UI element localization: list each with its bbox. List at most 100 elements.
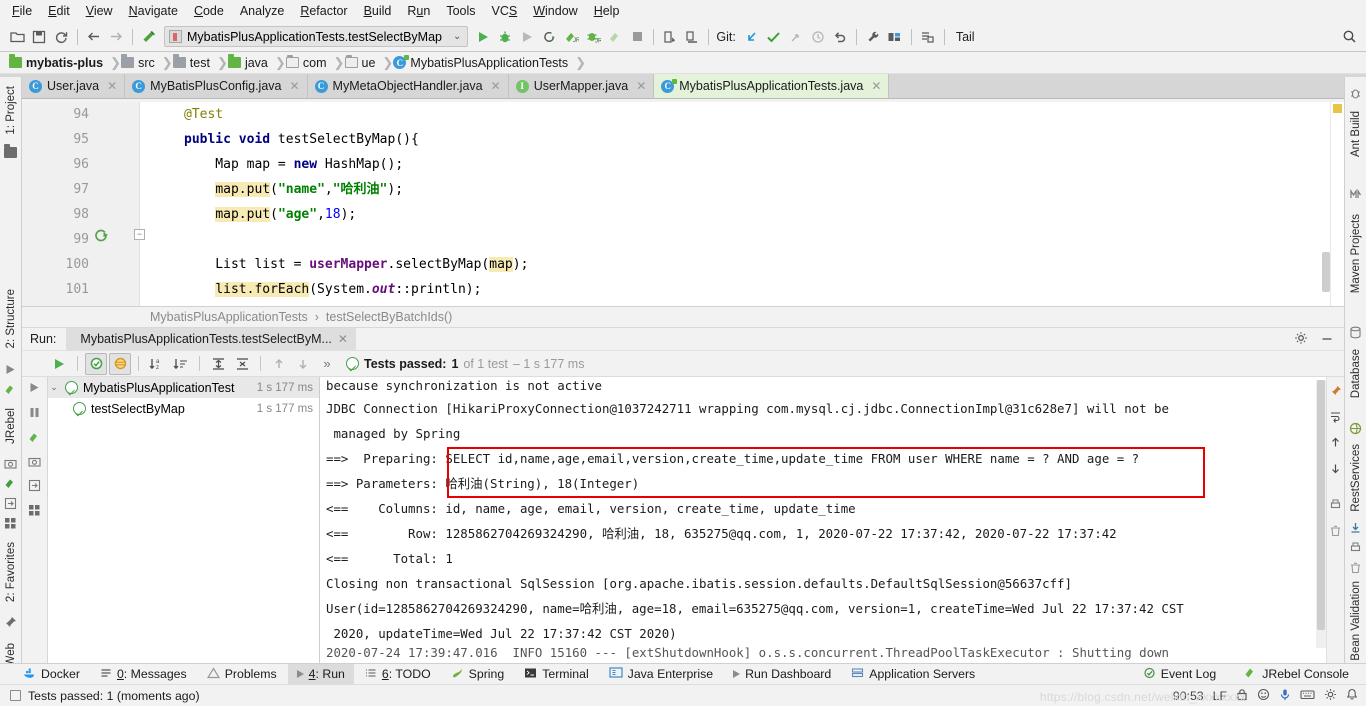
tool-window-button-run-dashboard[interactable]: Run Dashboard xyxy=(724,664,840,685)
menu-item-tools[interactable]: Tools xyxy=(438,2,483,20)
tool-window-jrebel[interactable]: JRebel xyxy=(0,399,21,453)
menu-item-navigate[interactable]: Navigate xyxy=(121,2,186,20)
console-output[interactable]: because synchronization is not active JD… xyxy=(320,377,1326,671)
menu-item-window[interactable]: Window xyxy=(525,2,585,20)
tool-window-button-application-servers[interactable]: Application Servers xyxy=(842,664,984,685)
close-icon[interactable]: ✕ xyxy=(107,79,117,93)
collapse-all-icon[interactable] xyxy=(231,353,253,375)
project-structure-icon[interactable] xyxy=(884,26,906,48)
console-clear-icon[interactable] xyxy=(1329,524,1342,540)
breadcrumb-item-test[interactable]: test xyxy=(170,52,217,74)
jrebel-strip-icon[interactable] xyxy=(0,379,21,399)
lock-icon[interactable] xyxy=(1236,688,1248,704)
run-strip-export-icon[interactable] xyxy=(28,479,41,495)
run-strip-camera-icon[interactable] xyxy=(28,456,41,470)
vcs-cherrypick-icon[interactable] xyxy=(785,26,807,48)
tool-window-button-jrebel-console[interactable]: JRebel Console xyxy=(1235,664,1358,685)
sort-alphabetically-icon[interactable]: az xyxy=(146,353,168,375)
notification-icon[interactable] xyxy=(1346,688,1358,704)
vcs-revert-icon[interactable] xyxy=(829,26,851,48)
minimize-icon[interactable] xyxy=(1320,331,1334,348)
ant-icon[interactable] xyxy=(1349,83,1362,103)
close-icon[interactable]: ✕ xyxy=(338,332,348,346)
tool-window-maven[interactable]: Maven Projects xyxy=(1350,205,1362,303)
build-hammer-icon[interactable] xyxy=(138,26,160,48)
project-folder-icon[interactable] xyxy=(0,143,21,161)
back-arrow-icon[interactable] xyxy=(83,26,105,48)
editor-marker-bar[interactable] xyxy=(1330,102,1344,306)
keyboard-icon[interactable] xyxy=(1300,689,1315,703)
tool-window-button-spring[interactable]: Spring xyxy=(442,664,514,685)
menu-item-file[interactable]: File xyxy=(4,2,40,20)
emoji-icon[interactable] xyxy=(1257,688,1270,704)
run-test-gutter-icon[interactable] xyxy=(92,226,110,244)
run-strip-jrebel-icon[interactable] xyxy=(28,431,41,447)
tool-window-button-run[interactable]: 4: Run xyxy=(287,663,354,685)
console-pin-icon[interactable] xyxy=(1330,385,1342,400)
vcs-history-icon[interactable] xyxy=(807,26,829,48)
grid-icon[interactable] xyxy=(0,513,21,533)
more-options-icon[interactable]: » xyxy=(316,353,338,375)
console-scroll-down-icon[interactable] xyxy=(1329,462,1342,478)
menu-item-edit[interactable]: Edit xyxy=(40,2,78,20)
tool-window-button-todo[interactable]: 6: TODO xyxy=(356,664,440,685)
gear-icon[interactable] xyxy=(1294,331,1308,348)
menu-item-code[interactable]: Code xyxy=(186,2,232,20)
settings-icon[interactable] xyxy=(1324,688,1337,704)
menu-item-vcs[interactable]: VCS xyxy=(484,2,526,20)
vcs-commit-icon[interactable] xyxy=(681,26,703,48)
attach-profiler-icon[interactable] xyxy=(604,26,626,48)
close-icon[interactable]: ✕ xyxy=(871,79,881,93)
editor-tab-user[interactable]: C User.java ✕ xyxy=(22,74,126,98)
status-widget-icon[interactable] xyxy=(10,690,21,701)
database-icon[interactable] xyxy=(1349,321,1362,343)
toggle-ignored-tests-icon[interactable] xyxy=(109,352,131,375)
console-scrollbar-thumb[interactable] xyxy=(1317,380,1325,630)
run-icon[interactable] xyxy=(472,26,494,48)
menu-item-view[interactable]: View xyxy=(78,2,121,20)
download-icon[interactable] xyxy=(1349,517,1362,537)
microphone-icon[interactable] xyxy=(1279,688,1291,704)
database-sync-icon[interactable] xyxy=(917,26,939,48)
close-icon[interactable]: ✕ xyxy=(491,79,501,93)
code-editor[interactable]: 94 95 96 97 98 99 100 101 − λ ↑ @Test pu… xyxy=(22,102,1344,307)
trash-icon[interactable] xyxy=(1349,557,1362,577)
editor-scrollbar-thumb[interactable] xyxy=(1322,252,1330,292)
breadcrumb-class[interactable]: MybatisPlusApplicationTests xyxy=(150,310,308,324)
print-icon[interactable] xyxy=(1349,537,1362,557)
pin-icon[interactable] xyxy=(0,611,21,633)
menu-item-refactor[interactable]: Refactor xyxy=(292,2,355,20)
tool-window-button-messages[interactable]: 0: Messages xyxy=(91,664,196,685)
vcs-pull-icon[interactable] xyxy=(741,26,763,48)
jrebel-deploy-icon[interactable] xyxy=(0,473,21,493)
breadcrumb-item-module[interactable]: mybatis-plus xyxy=(6,52,110,74)
run-tab[interactable]: MybatisPlusApplicationTests.testSelectBy… xyxy=(66,327,356,351)
editor-gutter[interactable]: 94 95 96 97 98 99 100 101 − λ ↑ xyxy=(22,102,145,306)
test-tree-node-method[interactable]: testSelectByMap 1 s 177 ms xyxy=(48,398,319,419)
breadcrumb-item-com[interactable]: com xyxy=(283,52,334,74)
camera-icon[interactable] xyxy=(0,453,21,473)
console-scroll-up-icon[interactable] xyxy=(1329,436,1342,452)
console-soft-wrap-icon[interactable] xyxy=(1329,410,1342,426)
breadcrumb-item-java[interactable]: java xyxy=(225,52,275,74)
tool-window-button-problems[interactable]: Problems xyxy=(198,664,286,685)
maven-icon[interactable] xyxy=(1349,183,1363,205)
tool-window-ant-build[interactable]: Ant Build xyxy=(1350,103,1362,165)
editor-tab-usermapper[interactable]: I UserMapper.java ✕ xyxy=(508,74,655,98)
rerun-icon[interactable] xyxy=(48,353,70,375)
prev-failed-test-icon[interactable] xyxy=(268,353,290,375)
vcs-update-icon[interactable] xyxy=(659,26,681,48)
editor-tab-mymetaobjecthandler[interactable]: C MyMetaObjectHandler.java ✕ xyxy=(307,74,509,98)
close-icon[interactable]: ✕ xyxy=(636,79,646,93)
test-results-tree[interactable]: ⌄ MybatisPlusApplicationTest 1 s 177 ms … xyxy=(48,377,320,671)
tail-label[interactable]: Tail xyxy=(956,30,975,44)
breadcrumb-method[interactable]: testSelectByBatchIds() xyxy=(326,310,452,324)
run-junit-icon[interactable]: JR xyxy=(560,26,582,48)
forward-arrow-icon[interactable] xyxy=(105,26,127,48)
line-separator[interactable]: LF xyxy=(1213,689,1227,703)
close-icon[interactable]: ✕ xyxy=(289,79,299,93)
caret-position[interactable]: 90:53 xyxy=(1173,689,1204,703)
sort-duration-icon[interactable] xyxy=(170,353,192,375)
profiler-icon[interactable] xyxy=(538,26,560,48)
stop-icon[interactable] xyxy=(626,26,648,48)
